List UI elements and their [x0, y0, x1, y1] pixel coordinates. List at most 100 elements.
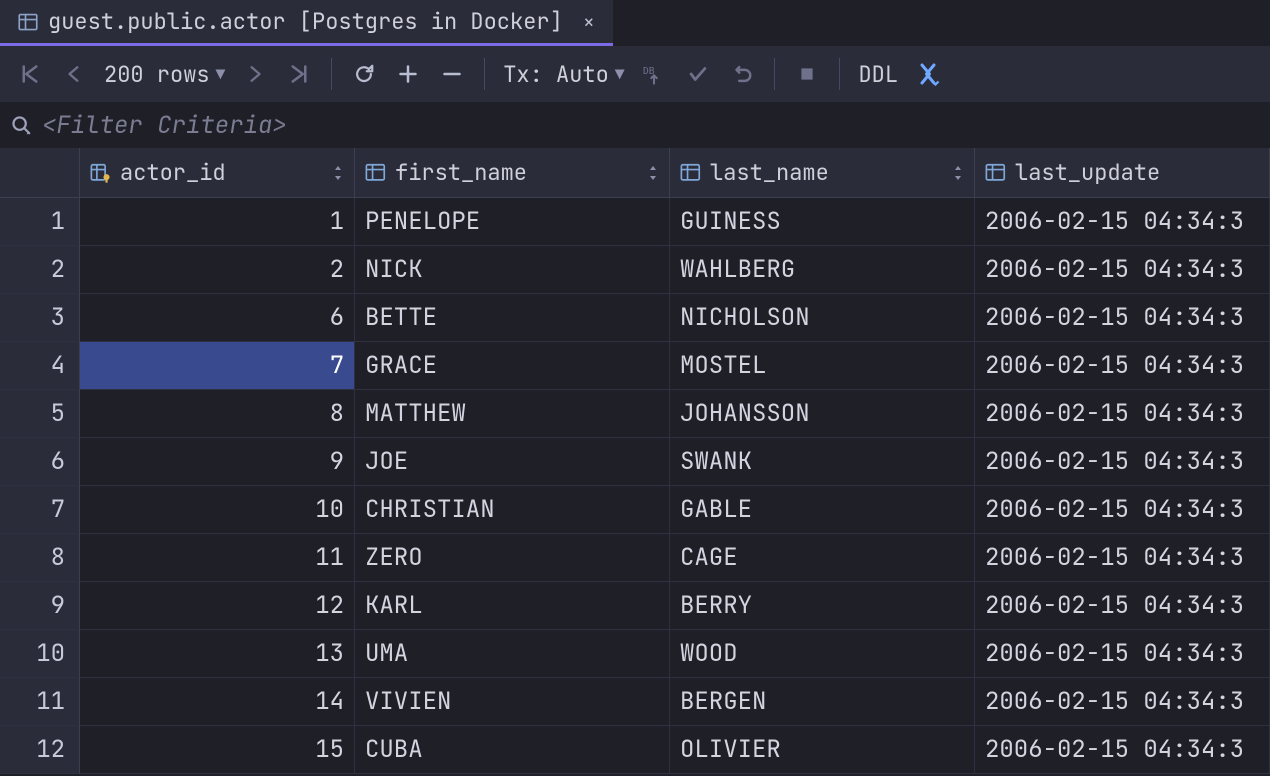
ddl-button[interactable]: DDL [852, 60, 904, 89]
cell-actor_id[interactable]: 12 [80, 582, 355, 630]
row-number[interactable]: 12 [0, 726, 80, 774]
cell-first_name[interactable]: JOE [355, 438, 670, 486]
cell-actor_id[interactable]: 1 [80, 198, 355, 246]
cell-last_name[interactable]: GUINESS [670, 198, 975, 246]
cell-first_name[interactable]: BETTE [355, 294, 670, 342]
row-number[interactable]: 6 [0, 438, 80, 486]
rollback-button[interactable] [722, 54, 762, 94]
cell-last_update[interactable]: 2006-02-15 04:34:3 [975, 582, 1270, 630]
cell-last_update[interactable]: 2006-02-15 04:34:3 [975, 294, 1270, 342]
cell-last_name[interactable]: GABLE [670, 486, 975, 534]
cell-actor_id[interactable]: 15 [80, 726, 355, 774]
cell-first_name[interactable]: MATTHEW [355, 390, 670, 438]
prev-page-button[interactable] [54, 54, 94, 94]
cell-last_update[interactable]: 2006-02-15 04:34:3 [975, 486, 1270, 534]
table-icon [18, 12, 38, 32]
commit-button[interactable] [678, 54, 718, 94]
add-row-button[interactable] [388, 54, 428, 94]
filter-input[interactable] [42, 110, 1260, 141]
row-number[interactable]: 5 [0, 390, 80, 438]
cell-last_update[interactable]: 2006-02-15 04:34:3 [975, 390, 1270, 438]
stop-button[interactable] [787, 54, 827, 94]
row-number-header[interactable] [0, 148, 80, 198]
column-label: last_name [710, 158, 829, 187]
cell-last_name[interactable]: BERRY [670, 582, 975, 630]
column-header-last_name[interactable]: last_name [670, 148, 975, 198]
rows-dropdown[interactable]: 200 rows ▼ [98, 60, 231, 89]
last-page-button[interactable] [279, 54, 319, 94]
cell-last_update[interactable]: 2006-02-15 04:34:3 [975, 246, 1270, 294]
column-label: first_name [395, 158, 527, 187]
row-number[interactable]: 11 [0, 678, 80, 726]
cell-actor_id[interactable]: 13 [80, 630, 355, 678]
cell-first_name[interactable]: ZERO [355, 534, 670, 582]
tx-label: Tx: Auto [503, 60, 609, 89]
cell-last_name[interactable]: MOSTEL [670, 342, 975, 390]
separator [331, 58, 332, 90]
ddl-label: DDL [858, 60, 898, 89]
row-number[interactable]: 10 [0, 630, 80, 678]
cell-first_name[interactable]: GRACE [355, 342, 670, 390]
row-number[interactable]: 7 [0, 486, 80, 534]
cell-first_name[interactable]: PENELOPE [355, 198, 670, 246]
column-label: last_update [1015, 158, 1160, 187]
row-number[interactable]: 2 [0, 246, 80, 294]
cell-last_update[interactable]: 2006-02-15 04:34:3 [975, 534, 1270, 582]
next-page-button[interactable] [235, 54, 275, 94]
cell-first_name[interactable]: VIVIEN [355, 678, 670, 726]
cell-last_name[interactable]: WOOD [670, 630, 975, 678]
cell-actor_id[interactable]: 14 [80, 678, 355, 726]
tab-title: guest.public.actor [Postgres in Docker] [48, 7, 563, 36]
cell-last_update[interactable]: 2006-02-15 04:34:3 [975, 678, 1270, 726]
cell-first_name[interactable]: NICK [355, 246, 670, 294]
tx-dropdown[interactable]: Tx: Auto ▼ [497, 60, 630, 89]
refresh-button[interactable] [344, 54, 384, 94]
remove-row-button[interactable] [432, 54, 472, 94]
compare-button[interactable] [908, 54, 948, 94]
cell-last_name[interactable]: BERGEN [670, 678, 975, 726]
cell-actor_id[interactable]: 9 [80, 438, 355, 486]
column-header-first_name[interactable]: first_name [355, 148, 670, 198]
sort-icon[interactable] [332, 165, 344, 181]
cell-last_name[interactable]: WAHLBERG [670, 246, 975, 294]
first-page-button[interactable] [10, 54, 50, 94]
cell-last_name[interactable]: OLIVIER [670, 726, 975, 774]
tab-actor[interactable]: guest.public.actor [Postgres in Docker] … [0, 0, 613, 46]
cell-last_update[interactable]: 2006-02-15 04:34:3 [975, 342, 1270, 390]
separator [839, 58, 840, 90]
cell-first_name[interactable]: CHRISTIAN [355, 486, 670, 534]
cell-actor_id[interactable]: 10 [80, 486, 355, 534]
search-icon[interactable] [10, 114, 32, 136]
row-number[interactable]: 9 [0, 582, 80, 630]
cell-actor_id[interactable]: 7 [80, 342, 355, 390]
column-header-actor_id[interactable]: actor_id [80, 148, 355, 198]
row-number[interactable]: 1 [0, 198, 80, 246]
sort-icon[interactable] [647, 165, 659, 181]
cell-last_name[interactable]: SWANK [670, 438, 975, 486]
cell-first_name[interactable]: UMA [355, 630, 670, 678]
db-upload-button[interactable]: DB [634, 54, 674, 94]
column-header-last_update[interactable]: last_update [975, 148, 1270, 198]
cell-actor_id[interactable]: 2 [80, 246, 355, 294]
cell-last_update[interactable]: 2006-02-15 04:34:3 [975, 630, 1270, 678]
cell-last_name[interactable]: JOHANSSON [670, 390, 975, 438]
cell-last_update[interactable]: 2006-02-15 04:34:3 [975, 438, 1270, 486]
cell-actor_id[interactable]: 11 [80, 534, 355, 582]
rows-label: 200 rows [104, 60, 210, 89]
cell-last_update[interactable]: 2006-02-15 04:34:3 [975, 726, 1270, 774]
row-number[interactable]: 3 [0, 294, 80, 342]
cell-last_update[interactable]: 2006-02-15 04:34:3 [975, 198, 1270, 246]
close-icon[interactable]: × [583, 9, 595, 35]
cell-first_name[interactable]: KARL [355, 582, 670, 630]
row-number[interactable]: 8 [0, 534, 80, 582]
cell-first_name[interactable]: CUBA [355, 726, 670, 774]
cell-actor_id[interactable]: 6 [80, 294, 355, 342]
cell-last_name[interactable]: NICHOLSON [670, 294, 975, 342]
sort-icon[interactable] [952, 165, 964, 181]
tab-bar: guest.public.actor [Postgres in Docker] … [0, 0, 1270, 46]
separator [484, 58, 485, 90]
column-icon [985, 162, 1007, 184]
row-number[interactable]: 4 [0, 342, 80, 390]
cell-actor_id[interactable]: 8 [80, 390, 355, 438]
cell-last_name[interactable]: CAGE [670, 534, 975, 582]
